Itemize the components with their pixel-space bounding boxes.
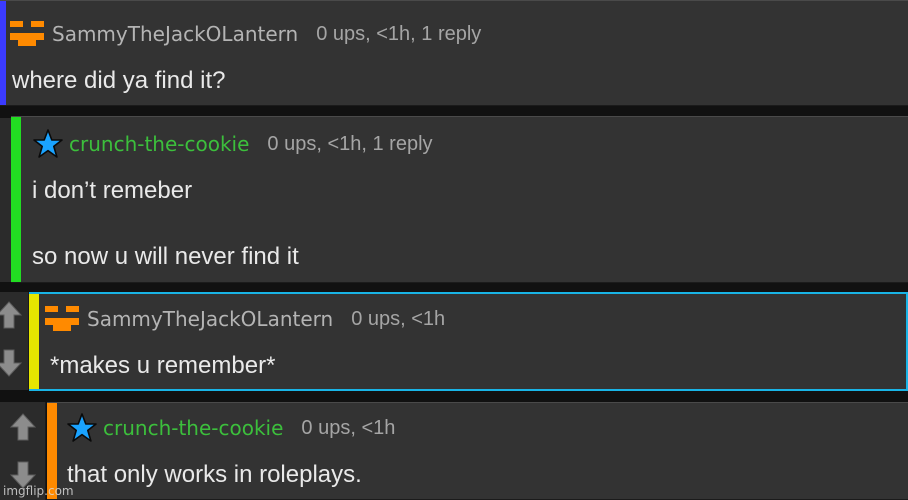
comment-text-line: *makes u remember* — [50, 352, 276, 379]
star-icon — [67, 413, 97, 442]
username-link[interactable]: SammyTheJackOLantern — [52, 22, 298, 46]
upvote-arrow-icon[interactable] — [0, 300, 22, 330]
comment-header-1: SammyTheJackOLantern 0 ups, <1h, 1 reply — [10, 19, 481, 49]
comment-text-line: where did ya find it? — [12, 67, 226, 94]
comment-meta: 0 ups, <1h — [351, 307, 446, 330]
upvote-arrow-icon[interactable] — [10, 412, 36, 442]
watermark: imgflip.com — [3, 484, 74, 498]
comment-4: crunch-the-cookie 0 ups, <1h that only w… — [47, 402, 908, 500]
nest-bar-2 — [11, 117, 21, 282]
comment-1: SammyTheJackOLantern 0 ups, <1h, 1 reply… — [0, 0, 908, 106]
comment-header-3: SammyTheJackOLantern 0 ups, <1h — [45, 304, 445, 334]
comment-meta: 0 ups, <1h, 1 reply — [316, 22, 482, 45]
vote-column-3 — [0, 292, 29, 390]
comment-meta: 0 ups, <1h, 1 reply — [267, 132, 433, 155]
comment-2: crunch-the-cookie 0 ups, <1h, 1 reply i … — [11, 116, 908, 283]
nest-bar-3 — [29, 294, 39, 389]
comment-meta: 0 ups, <1h — [301, 416, 396, 439]
nest-bar-1 — [0, 1, 6, 105]
comment-text-line: so now u will never find it — [32, 243, 299, 270]
comment-thread: SammyTheJackOLantern 0 ups, <1h, 1 reply… — [0, 0, 908, 500]
comment-text-line: that only works in roleplays. — [67, 461, 362, 488]
username-link[interactable]: crunch-the-cookie — [69, 132, 249, 156]
comment-header-4: crunch-the-cookie 0 ups, <1h — [67, 413, 395, 443]
comment-header-2: crunch-the-cookie 0 ups, <1h, 1 reply — [33, 129, 433, 159]
jack-o-lantern-icon — [10, 21, 44, 46]
username-link[interactable]: SammyTheJackOLantern — [87, 307, 333, 331]
downvote-arrow-icon[interactable] — [0, 348, 22, 378]
comment-text-line: i don’t remeber — [32, 177, 193, 204]
star-icon — [33, 129, 63, 158]
comment-3: SammyTheJackOLantern 0 ups, <1h *makes u… — [29, 292, 908, 391]
jack-o-lantern-icon — [45, 306, 79, 331]
username-link[interactable]: crunch-the-cookie — [103, 416, 283, 440]
